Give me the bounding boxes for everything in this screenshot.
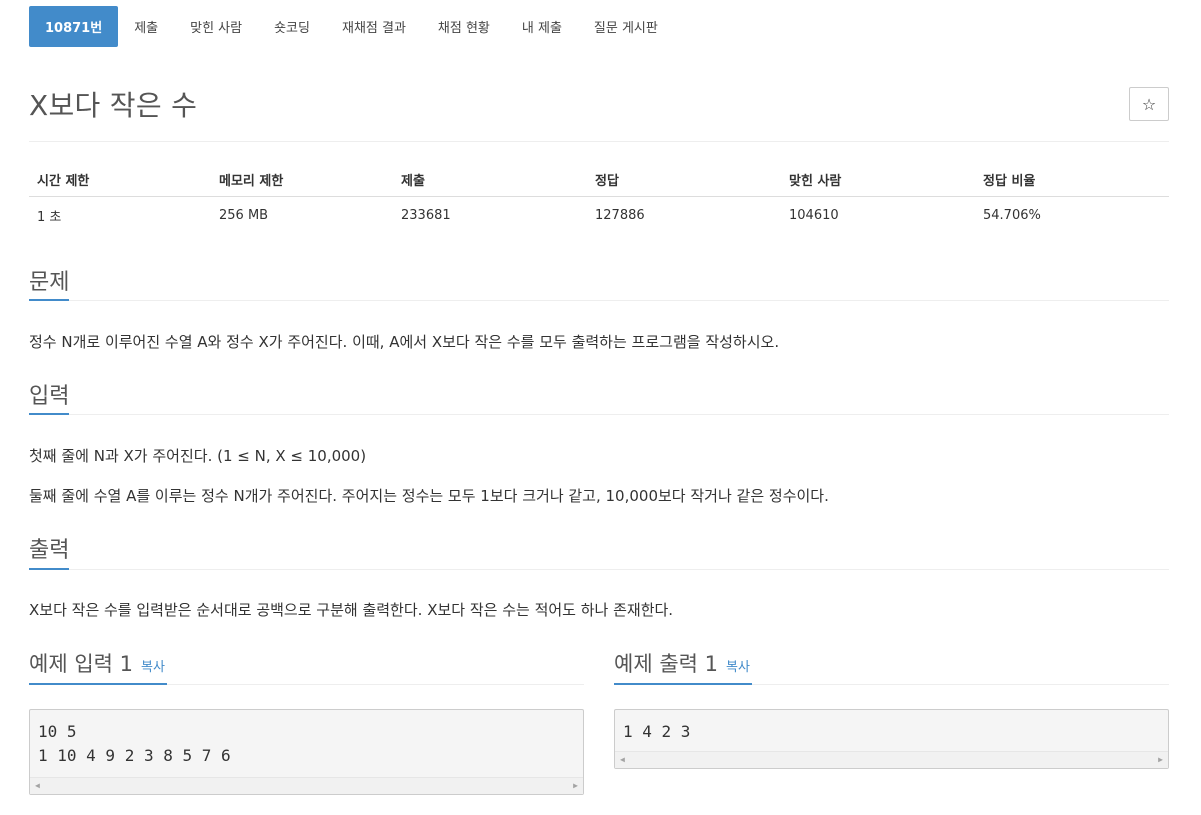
sample-output-underline <box>614 683 752 685</box>
output-description: X보다 작은 수를 입력받은 순서대로 공백으로 구분해 출력한다. X보다 작… <box>29 601 674 619</box>
info-memory-limit: 256 MB <box>219 207 269 223</box>
info-submissions: 233681 <box>401 207 451 223</box>
sample-output-content: 1 4 2 3 <box>623 722 691 741</box>
sample-output-scrollbar[interactable]: ◀ ▶ <box>615 751 1168 768</box>
info-accepted: 127886 <box>595 207 645 223</box>
input-description-line-1: 첫째 줄에 N과 X가 주어진다. (1 ≤ N, X ≤ 10,000) <box>29 447 367 465</box>
info-header-memory-limit: 메모리 제한 <box>219 173 284 189</box>
section-underline-output <box>29 568 69 570</box>
sample-output-heading: 예제 출력 1 복사 <box>614 648 750 678</box>
problem-title: X보다 작은 수 <box>29 89 198 122</box>
scroll-right-arrow-icon[interactable]: ▶ <box>573 781 578 790</box>
section-underline-input <box>29 413 69 415</box>
scroll-left-arrow-icon[interactable]: ◀ <box>35 781 40 790</box>
sample-input-title: 예제 입력 1 <box>29 652 133 676</box>
info-accept-ratio: 54.706% <box>983 207 1041 223</box>
copy-sample-input-link[interactable]: 복사 <box>141 660 165 675</box>
info-header-accepted: 정답 <box>595 173 619 189</box>
scroll-left-arrow-icon[interactable]: ◀ <box>620 755 625 764</box>
tab-rejudge-results[interactable]: 재채점 결과 <box>326 6 422 47</box>
info-time-limit: 1 초 <box>37 209 62 225</box>
sample-output-box[interactable]: 1 4 2 3 ◀ ▶ <box>614 709 1169 769</box>
problem-nav-tabs: 10871번 제출 맞힌 사람 숏코딩 재채점 결과 채점 현황 내 제출 질문… <box>29 6 674 47</box>
sample-input-box[interactable]: 10 5 1 10 4 9 2 3 8 5 7 6 ◀ ▶ <box>29 709 584 795</box>
section-divider-input <box>29 414 1169 415</box>
tab-question-board[interactable]: 질문 게시판 <box>578 6 674 47</box>
sample-input-scrollbar[interactable]: ◀ ▶ <box>30 777 583 794</box>
tab-solved-users[interactable]: 맞힌 사람 <box>174 6 258 47</box>
tab-problem-number[interactable]: 10871번 <box>29 6 119 47</box>
sample-input-heading: 예제 입력 1 복사 <box>29 648 165 678</box>
favorite-button[interactable]: ☆ <box>1129 87 1169 121</box>
problem-description: 정수 N개로 이루어진 수열 A와 정수 X가 주어진다. 이때, A에서 X보… <box>29 333 780 351</box>
input-description-line-2: 둘째 줄에 수열 A를 이루는 정수 N개가 주어진다. 주어지는 정수는 모두… <box>29 487 829 505</box>
sample-input-content: 10 5 1 10 4 9 2 3 8 5 7 6 <box>38 722 231 765</box>
tab-submit[interactable]: 제출 <box>118 6 174 47</box>
problem-page: 10871번 제출 맞힌 사람 숏코딩 재채점 결과 채점 현황 내 제출 질문… <box>0 0 1201 815</box>
info-solved-users: 104610 <box>789 207 839 223</box>
sample-output-title: 예제 출력 1 <box>614 652 718 676</box>
info-header-time-limit: 시간 제한 <box>37 173 90 189</box>
section-heading-problem: 문제 <box>29 270 70 295</box>
star-icon: ☆ <box>1141 94 1157 114</box>
info-header-row: 시간 제한 메모리 제한 제출 정답 맞힌 사람 정답 비율 <box>29 162 1169 197</box>
tab-judge-status[interactable]: 채점 현황 <box>422 6 506 47</box>
title-divider <box>29 141 1169 142</box>
problem-info-table: 시간 제한 메모리 제한 제출 정답 맞힌 사람 정답 비율 1 초 256 M… <box>29 162 1169 233</box>
tab-my-submissions[interactable]: 내 제출 <box>506 6 578 47</box>
section-heading-output: 출력 <box>29 538 70 563</box>
section-heading-input: 입력 <box>29 384 70 409</box>
scroll-right-arrow-icon[interactable]: ▶ <box>1158 755 1163 764</box>
info-header-accept-ratio: 정답 비율 <box>983 173 1036 189</box>
tab-short-coding[interactable]: 숏코딩 <box>258 6 326 47</box>
section-divider-problem <box>29 300 1169 301</box>
section-underline-problem <box>29 299 69 301</box>
info-value-row: 1 초 256 MB 233681 127886 104610 54.706% <box>29 197 1169 233</box>
info-header-submissions: 제출 <box>401 173 425 189</box>
section-divider-output <box>29 569 1169 570</box>
copy-sample-output-link[interactable]: 복사 <box>726 660 750 675</box>
info-header-solved-users: 맞힌 사람 <box>789 173 842 189</box>
sample-input-underline <box>29 683 167 685</box>
